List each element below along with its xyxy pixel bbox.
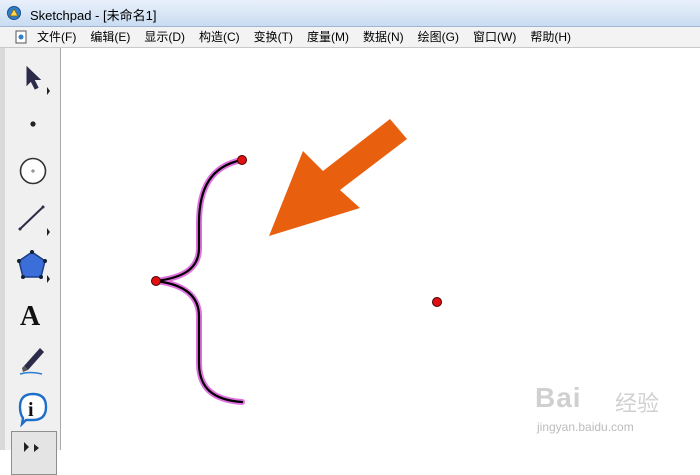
custom-tool[interactable] bbox=[11, 431, 57, 475]
menu-file[interactable]: 文件(F) bbox=[30, 27, 83, 47]
svg-text:i: i bbox=[28, 399, 34, 421]
polygon-icon bbox=[17, 250, 50, 283]
compass-tool[interactable] bbox=[12, 150, 54, 192]
watermark: Bai 经验 jingyan.baidu.com bbox=[535, 372, 665, 436]
svg-text:A: A bbox=[20, 301, 41, 332]
watermark-cn-text: 经验 bbox=[615, 391, 660, 416]
point-top-endpoint[interactable] bbox=[237, 155, 247, 165]
straightedge-tool[interactable] bbox=[12, 198, 54, 240]
marker-tool[interactable] bbox=[12, 338, 54, 380]
watermark-brand: Bai bbox=[535, 382, 582, 413]
sketchpad-app-icon bbox=[7, 6, 21, 20]
menu-transform[interactable]: 变换(T) bbox=[247, 27, 300, 47]
text-icon: A bbox=[20, 301, 41, 332]
arrow-select-icon bbox=[26, 65, 50, 95]
menu-edit[interactable]: 编辑(E) bbox=[83, 27, 137, 47]
selection-arrow-tool[interactable] bbox=[12, 58, 54, 100]
custom-tool-icon bbox=[24, 442, 39, 452]
menu-construct[interactable]: 构造(C) bbox=[192, 27, 247, 47]
menu-measure[interactable]: 度量(M) bbox=[300, 27, 356, 47]
marker-icon bbox=[19, 348, 44, 375]
watermark-url: jingyan.baidu.com bbox=[537, 420, 634, 434]
menu-bar: 文件(F) 编辑(E) 显示(D) 构造(C) 变换(T) 度量(M) 数据(N… bbox=[0, 27, 700, 48]
menu-help[interactable]: 帮助(H) bbox=[523, 27, 578, 47]
point-free[interactable] bbox=[432, 297, 442, 307]
menu-data[interactable]: 数据(N) bbox=[356, 27, 411, 47]
point-brace-tip[interactable] bbox=[151, 276, 161, 286]
title-bar: Sketchpad - [未命名1] bbox=[0, 0, 700, 27]
document-icon[interactable] bbox=[14, 30, 28, 44]
toolbox-edge bbox=[0, 48, 5, 450]
polygon-tool[interactable] bbox=[12, 244, 54, 286]
information-tool[interactable]: i bbox=[12, 387, 54, 429]
compass-icon bbox=[19, 157, 47, 185]
menu-graph[interactable]: 绘图(G) bbox=[411, 27, 466, 47]
menu-window[interactable]: 窗口(W) bbox=[466, 27, 523, 47]
information-icon: i bbox=[18, 392, 48, 428]
straightedge-icon bbox=[18, 205, 50, 236]
menu-display[interactable]: 显示(D) bbox=[137, 27, 192, 47]
text-tool[interactable]: A bbox=[12, 293, 54, 335]
point-tool[interactable] bbox=[12, 103, 54, 145]
orange-arrow bbox=[269, 119, 407, 236]
window-title: Sketchpad - [未命名1] bbox=[30, 8, 157, 23]
point-icon bbox=[30, 121, 36, 127]
toolbox: A i bbox=[0, 48, 61, 475]
